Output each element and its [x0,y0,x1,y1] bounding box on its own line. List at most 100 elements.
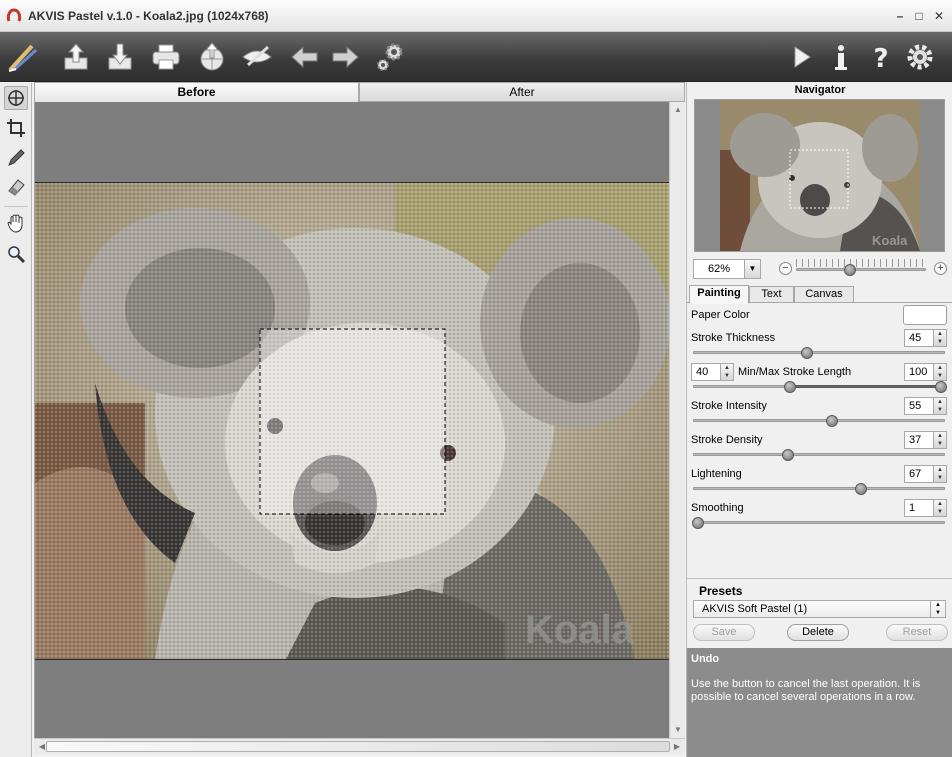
run-icon[interactable] [782,38,820,76]
tab-canvas[interactable]: Canvas [794,286,854,303]
smoothing-track[interactable] [693,521,945,524]
smoothing-knob[interactable] [692,517,704,529]
paper-color-label: Paper Color [691,309,750,321]
eye-preview-icon[interactable] [238,38,276,76]
smoothing-field[interactable]: 1 ▲ ▼ [904,499,947,517]
stroke-length-min-knob[interactable] [784,381,796,393]
chevron-down-icon[interactable]: ▼ [744,260,760,278]
main-toolbar: ? [0,32,952,82]
scroll-down-icon[interactable]: ▼ [670,722,686,738]
stroke-intensity-knob[interactable] [826,415,838,427]
stroke-intensity-field[interactable]: 55 ▲ ▼ [904,397,947,415]
hint-text: Use the button to cancel the last operat… [691,678,921,703]
spin-arrows-icon[interactable]: ▲ ▼ [933,330,946,346]
stroke-length-range [791,385,941,388]
stroke-length-min-field[interactable]: 40 ▲ ▼ [691,363,734,381]
stroke-thickness-track[interactable] [693,351,945,354]
maximize-button[interactable]: □ [912,9,926,23]
spin-arrows-icon[interactable]: ▲ ▼ [933,364,946,380]
zoom-controls: 62% ▼ − + [693,259,949,281]
paper-color-swatch[interactable] [903,305,947,325]
minimize-button[interactable]: – [893,9,907,23]
stroke-density-knob[interactable] [782,449,794,461]
stroke-density-track[interactable] [693,453,945,456]
stroke-length-min-value: 40 [696,366,709,378]
info-icon[interactable] [822,38,860,76]
stroke-intensity-value: 55 [909,400,922,412]
svg-text:Koala: Koala [872,233,908,248]
stroke-length-max-value: 100 [909,366,928,378]
tab-before[interactable]: Before [34,82,359,102]
svg-text:?: ? [873,44,888,74]
horizontal-scroll-thumb[interactable] [46,741,670,752]
hint-panel: Undo Use the button to cancel the last o… [687,648,952,757]
open-file-icon[interactable] [57,38,95,76]
crop-icon[interactable] [4,116,28,140]
stroke-density-label: Stroke Density [691,434,763,446]
window-title: AKVIS Pastel v.1.0 - Koala2.jpg (1024x76… [28,9,269,23]
settings-gear-icon[interactable] [901,38,939,76]
spin-arrows-icon[interactable]: ▲ ▼ [933,432,946,448]
chevron-updown-icon[interactable]: ▲ ▼ [930,601,945,617]
spin-arrows-icon[interactable]: ▲ ▼ [720,364,733,380]
smoothing-label: Smoothing [691,502,744,514]
hand-icon[interactable] [4,211,28,235]
spin-arrows-icon[interactable]: ▲ ▼ [933,466,946,482]
lightening-value: 67 [909,468,922,480]
stroke-density-field[interactable]: 37 ▲ ▼ [904,431,947,449]
zoom-value: 62% [707,263,731,275]
scroll-right-icon[interactable]: ▶ [669,739,685,755]
tab-after[interactable]: After [359,82,685,102]
close-button[interactable]: ✕ [932,9,946,23]
save-file-icon[interactable] [101,38,139,76]
lightening-label: Lightening [691,468,742,480]
tab-text[interactable]: Text [749,286,794,303]
lightening-track[interactable] [693,487,945,490]
vertical-scrollbar[interactable]: ▲ ▼ [669,102,685,738]
zoom-slider-track[interactable] [796,268,926,271]
stroke-thickness-field[interactable]: 45 ▲ ▼ [904,329,947,347]
scroll-up-icon[interactable]: ▲ [670,102,686,118]
hint-title: Undo [691,653,720,665]
lightening-field[interactable]: 67 ▲ ▼ [904,465,947,483]
reset-preset-button[interactable]: Reset [886,624,948,641]
share-icon[interactable] [193,38,231,76]
pastel-logo-icon [4,38,42,76]
pencil-icon[interactable] [4,146,28,170]
preferences-gears-icon[interactable] [371,38,409,76]
spin-arrows-icon[interactable]: ▲ ▼ [933,500,946,516]
zoom-magnifier-icon[interactable] [4,242,28,266]
redo-arrow-icon[interactable] [326,38,364,76]
horizontal-scrollbar[interactable]: ◀ ▶ [34,738,685,754]
settings-panel: Navigator Koala 62% ▼ − + Painting Text … [686,82,952,757]
help-icon[interactable]: ? [862,38,900,76]
undo-arrow-icon[interactable] [286,38,324,76]
zoom-dropdown[interactable]: 62% ▼ [693,259,761,279]
zoom-out-button[interactable]: − [779,262,792,275]
zoom-slider-knob[interactable] [844,264,856,276]
stroke-length-label: Min/Max Stroke Length [738,366,852,378]
eraser-icon[interactable] [4,175,28,199]
stroke-thickness-knob[interactable] [801,347,813,359]
presets-section: Presets AKVIS Soft Pastel (1) ▲ ▼ Save De… [687,578,952,648]
stroke-length-max-knob[interactable] [935,381,947,393]
tools-panel [0,83,32,757]
spin-arrows-icon[interactable]: ▲ ▼ [933,398,946,414]
lightening-knob[interactable] [855,483,867,495]
save-preset-button[interactable]: Save [693,624,755,641]
zoom-in-button[interactable]: + [934,262,947,275]
print-icon[interactable] [147,38,185,76]
stroke-intensity-track[interactable] [693,419,945,422]
stroke-intensity-label: Stroke Intensity [691,400,767,412]
move-view-icon[interactable] [4,86,28,110]
navigator-title: Navigator [794,84,846,96]
tab-painting[interactable]: Painting [689,285,749,304]
delete-preset-button[interactable]: Delete [787,624,849,641]
presets-title: Presets [699,584,743,598]
image-canvas[interactable]: Koala [34,102,670,738]
koala-watermark: Koala [525,608,635,652]
stroke-length-max-field[interactable]: 100 ▲ ▼ [904,363,947,381]
stroke-density-value: 37 [909,434,922,446]
navigator-preview[interactable]: Koala [694,99,945,252]
presets-dropdown[interactable]: AKVIS Soft Pastel (1) ▲ ▼ [693,600,946,618]
